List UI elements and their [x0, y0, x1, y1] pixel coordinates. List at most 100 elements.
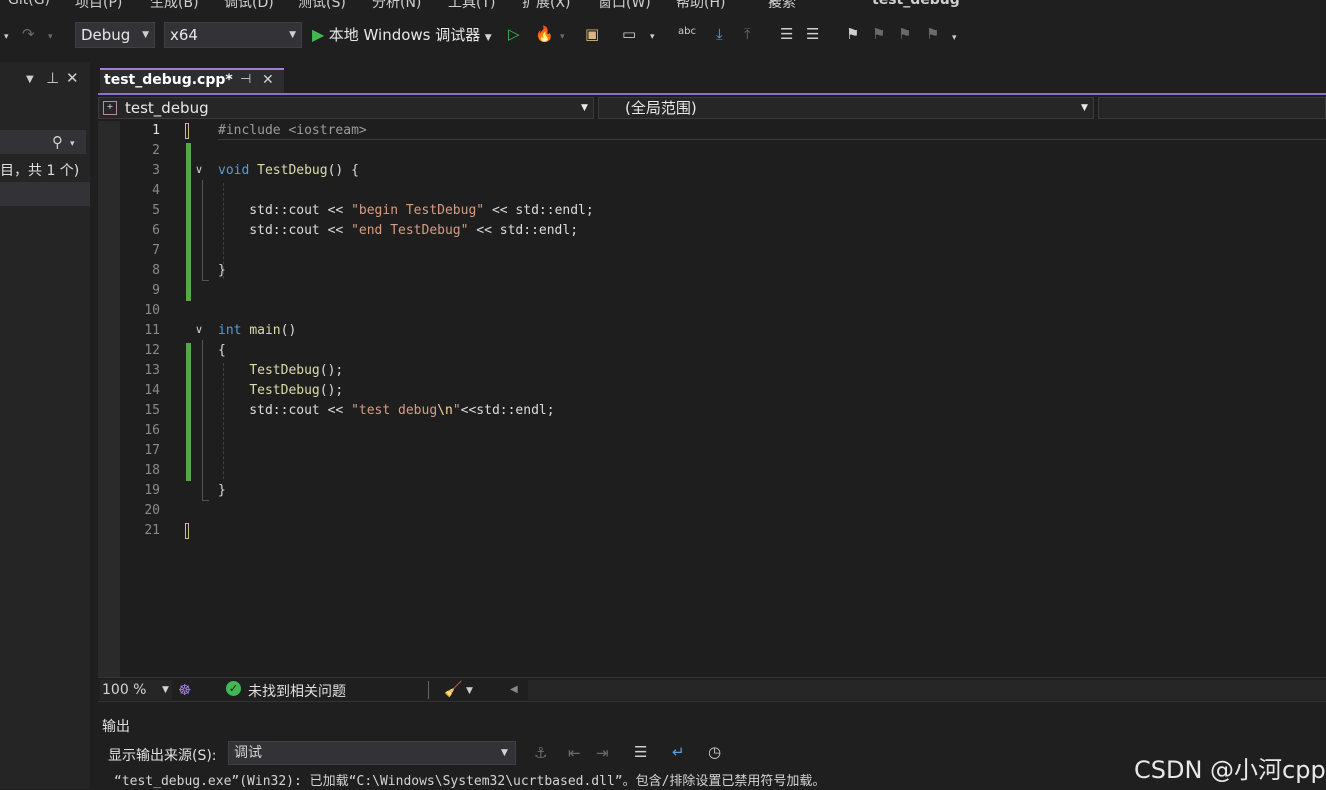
bookmark-next-icon[interactable]: ⚑ [898, 26, 911, 42]
collapse-chevron-icon[interactable]: ∨ [195, 163, 203, 176]
member-dropdown[interactable] [1098, 97, 1326, 119]
menu-project[interactable]: 项目(P) [75, 0, 122, 12]
code-line: std::cout << "end TestDebug" << std::end… [218, 223, 579, 238]
chevron-down-icon: ▼ [501, 748, 508, 758]
editor-status-bar: 100 % ▼ ☸ ✓ 未找到相关问题 🧹 ▼ ◀ [98, 677, 1326, 702]
close-icon[interactable]: ✕ [66, 70, 79, 86]
search-field[interactable]: ⚲ ▾ [0, 130, 86, 154]
hot-reload-icon[interactable]: 🔥 [535, 26, 554, 42]
document-tab-strip: test_debug.cpp* ⊣ ✕ [90, 62, 1326, 94]
code-line: std::cout << "begin TestDebug" << std::e… [218, 203, 594, 218]
divider [428, 681, 429, 699]
code-line: std::cout << "test debug\n"<<std::endl; [218, 403, 555, 418]
bookmark-prev-icon[interactable]: ⚑ [872, 26, 885, 42]
pin-tab-icon[interactable]: ⊣ [240, 72, 251, 87]
watermark: CSDN @小河cpp [1134, 756, 1326, 784]
scroll-left-icon[interactable]: ◀ [510, 682, 518, 698]
editor-margin [98, 121, 120, 677]
clear-all-icon[interactable]: ☰ [634, 744, 647, 760]
code-line: #include <iostream> [218, 123, 367, 138]
solution-title: test_debug [872, 0, 960, 8]
scope-dropdown[interactable]: (全局范围) ▼ [598, 97, 1094, 119]
code-line: TestDebug(); [249, 363, 344, 378]
menu-help[interactable]: 帮助(H) [676, 0, 725, 12]
code-line: TestDebug(); [249, 383, 344, 398]
prev-message-icon[interactable]: ⇤ [568, 745, 581, 761]
step-icon[interactable]: ⤓ [716, 26, 723, 42]
menu-tools[interactable]: 工具(T) [448, 0, 495, 12]
menu-debug[interactable]: 调试(D) [224, 0, 274, 12]
menu-build[interactable]: 生成(B) [150, 0, 199, 12]
issues-status[interactable]: 未找到相关问题 [248, 681, 346, 701]
menu-bar: Git(G) 项目(P) 生成(B) 调试(D) 测试(S) 分析(N) 工具(… [0, 0, 1326, 12]
toolbar: ▾ ↷ ▾ Debug ▼ x64 ▼ ▶ 本地 Windows 调试器 ▼ ▷ 🔥… [0, 20, 1326, 54]
next-message-icon[interactable]: ⇥ [596, 745, 609, 761]
redo-dropdown-icon[interactable]: ▾ [48, 29, 53, 45]
menu-extensions[interactable]: 扩展(X) [522, 0, 571, 12]
panel-menu-icon[interactable]: ▼ [26, 72, 34, 88]
check-circle-icon: ✓ [226, 681, 241, 696]
start-debugging-button[interactable]: ▶ 本地 Windows 调试器 ▼ [312, 24, 492, 46]
config-dropdown[interactable]: Debug ▼ [75, 22, 155, 48]
outdent-icon[interactable]: ☰ [806, 26, 819, 42]
outline-bracket [202, 340, 209, 501]
toolbar-overflow-icon[interactable]: ▾ [952, 30, 957, 46]
code-line: } [218, 263, 226, 278]
zoom-dropdown[interactable]: 100 % ▼ [100, 680, 172, 700]
menu-test[interactable]: 测试(S) [298, 0, 346, 12]
bookmark-clear-icon[interactable]: ⚑ [926, 26, 939, 42]
project-dropdown[interactable]: + test_debug ▼ [98, 97, 594, 119]
menu-window[interactable]: 窗口(W) [598, 0, 651, 12]
horizontal-scrollbar[interactable] [528, 680, 1326, 700]
find-message-icon[interactable]: ⚓ [534, 745, 547, 761]
tab-test-debug-cpp[interactable]: test_debug.cpp* ⊣ ✕ [100, 68, 284, 94]
search-icon: ⚲ [52, 133, 63, 151]
step-out-icon[interactable]: ⤒ [744, 26, 751, 42]
chevron-down-icon: ▾ [70, 139, 75, 149]
chevron-down-icon: ▼ [581, 103, 588, 113]
clock-icon[interactable]: ◷ [708, 744, 721, 760]
code-line: } [218, 483, 226, 498]
selected-item[interactable] [0, 182, 90, 206]
start-without-debugging-icon[interactable]: ▷ [508, 26, 520, 42]
chevron-down-icon: ▼ [289, 30, 296, 40]
word-wrap-icon[interactable]: ↵ [672, 744, 685, 760]
chevron-down-icon[interactable]: ▾ [560, 29, 565, 45]
project-icon: + [103, 101, 117, 115]
pin-icon[interactable]: ⊥ [46, 70, 59, 86]
code-line: { [218, 343, 226, 358]
output-source-label: 显示输出来源(S): [108, 748, 217, 764]
platform-dropdown[interactable]: x64 ▼ [164, 22, 302, 48]
folder-icon[interactable]: ▣ [585, 26, 599, 42]
play-icon: ▶ [312, 25, 325, 44]
chevron-down-icon[interactable]: ▼ [466, 683, 473, 699]
chevron-down-icon[interactable]: ▾ [650, 29, 655, 45]
chevron-down-icon: ▼ [142, 30, 149, 40]
indent-icon[interactable]: ☰ [780, 26, 793, 42]
outline-bracket [202, 180, 209, 281]
copilot-icon[interactable]: ☸ [178, 682, 191, 698]
bookmark-icon[interactable]: ⚑ [846, 26, 859, 42]
collapse-chevron-icon[interactable]: ∨ [195, 323, 203, 336]
chevron-down-icon: ▼ [1081, 103, 1088, 113]
redo-icon[interactable]: ↷ [22, 26, 35, 42]
saved-change-marker [186, 143, 191, 301]
close-tab-icon[interactable]: ✕ [262, 72, 274, 88]
spellcheck-icon[interactable]: abc [678, 24, 696, 40]
menu-git[interactable]: Git(G) [8, 0, 50, 8]
unsaved-change-marker [185, 123, 189, 139]
menu-analyze[interactable]: 分析(N) [372, 0, 421, 12]
undo-dropdown-icon[interactable]: ▾ [4, 29, 9, 45]
navigation-bar: + test_debug ▼ (全局范围) ▼ [98, 95, 1326, 121]
output-log-line: “test_debug.exe”(Win32): 已加载“C:\Windows\… [114, 774, 826, 789]
output-panel-title: 输出 [102, 719, 130, 735]
current-line-highlight [218, 139, 1326, 140]
unsaved-change-marker [185, 523, 189, 539]
chevron-down-icon: ▼ [162, 685, 169, 695]
code-cleanup-icon[interactable]: 🧹 [444, 681, 463, 697]
output-source-dropdown[interactable]: 调试 ▼ [228, 741, 516, 765]
saved-change-marker [186, 343, 191, 481]
solution-explorer-panel: ▼ ⊥ ✕ ⚲ ▾ 目，共 1 个) [0, 62, 90, 789]
code-line: int main() [218, 323, 297, 338]
browser-icon[interactable]: ▭ [622, 26, 636, 42]
